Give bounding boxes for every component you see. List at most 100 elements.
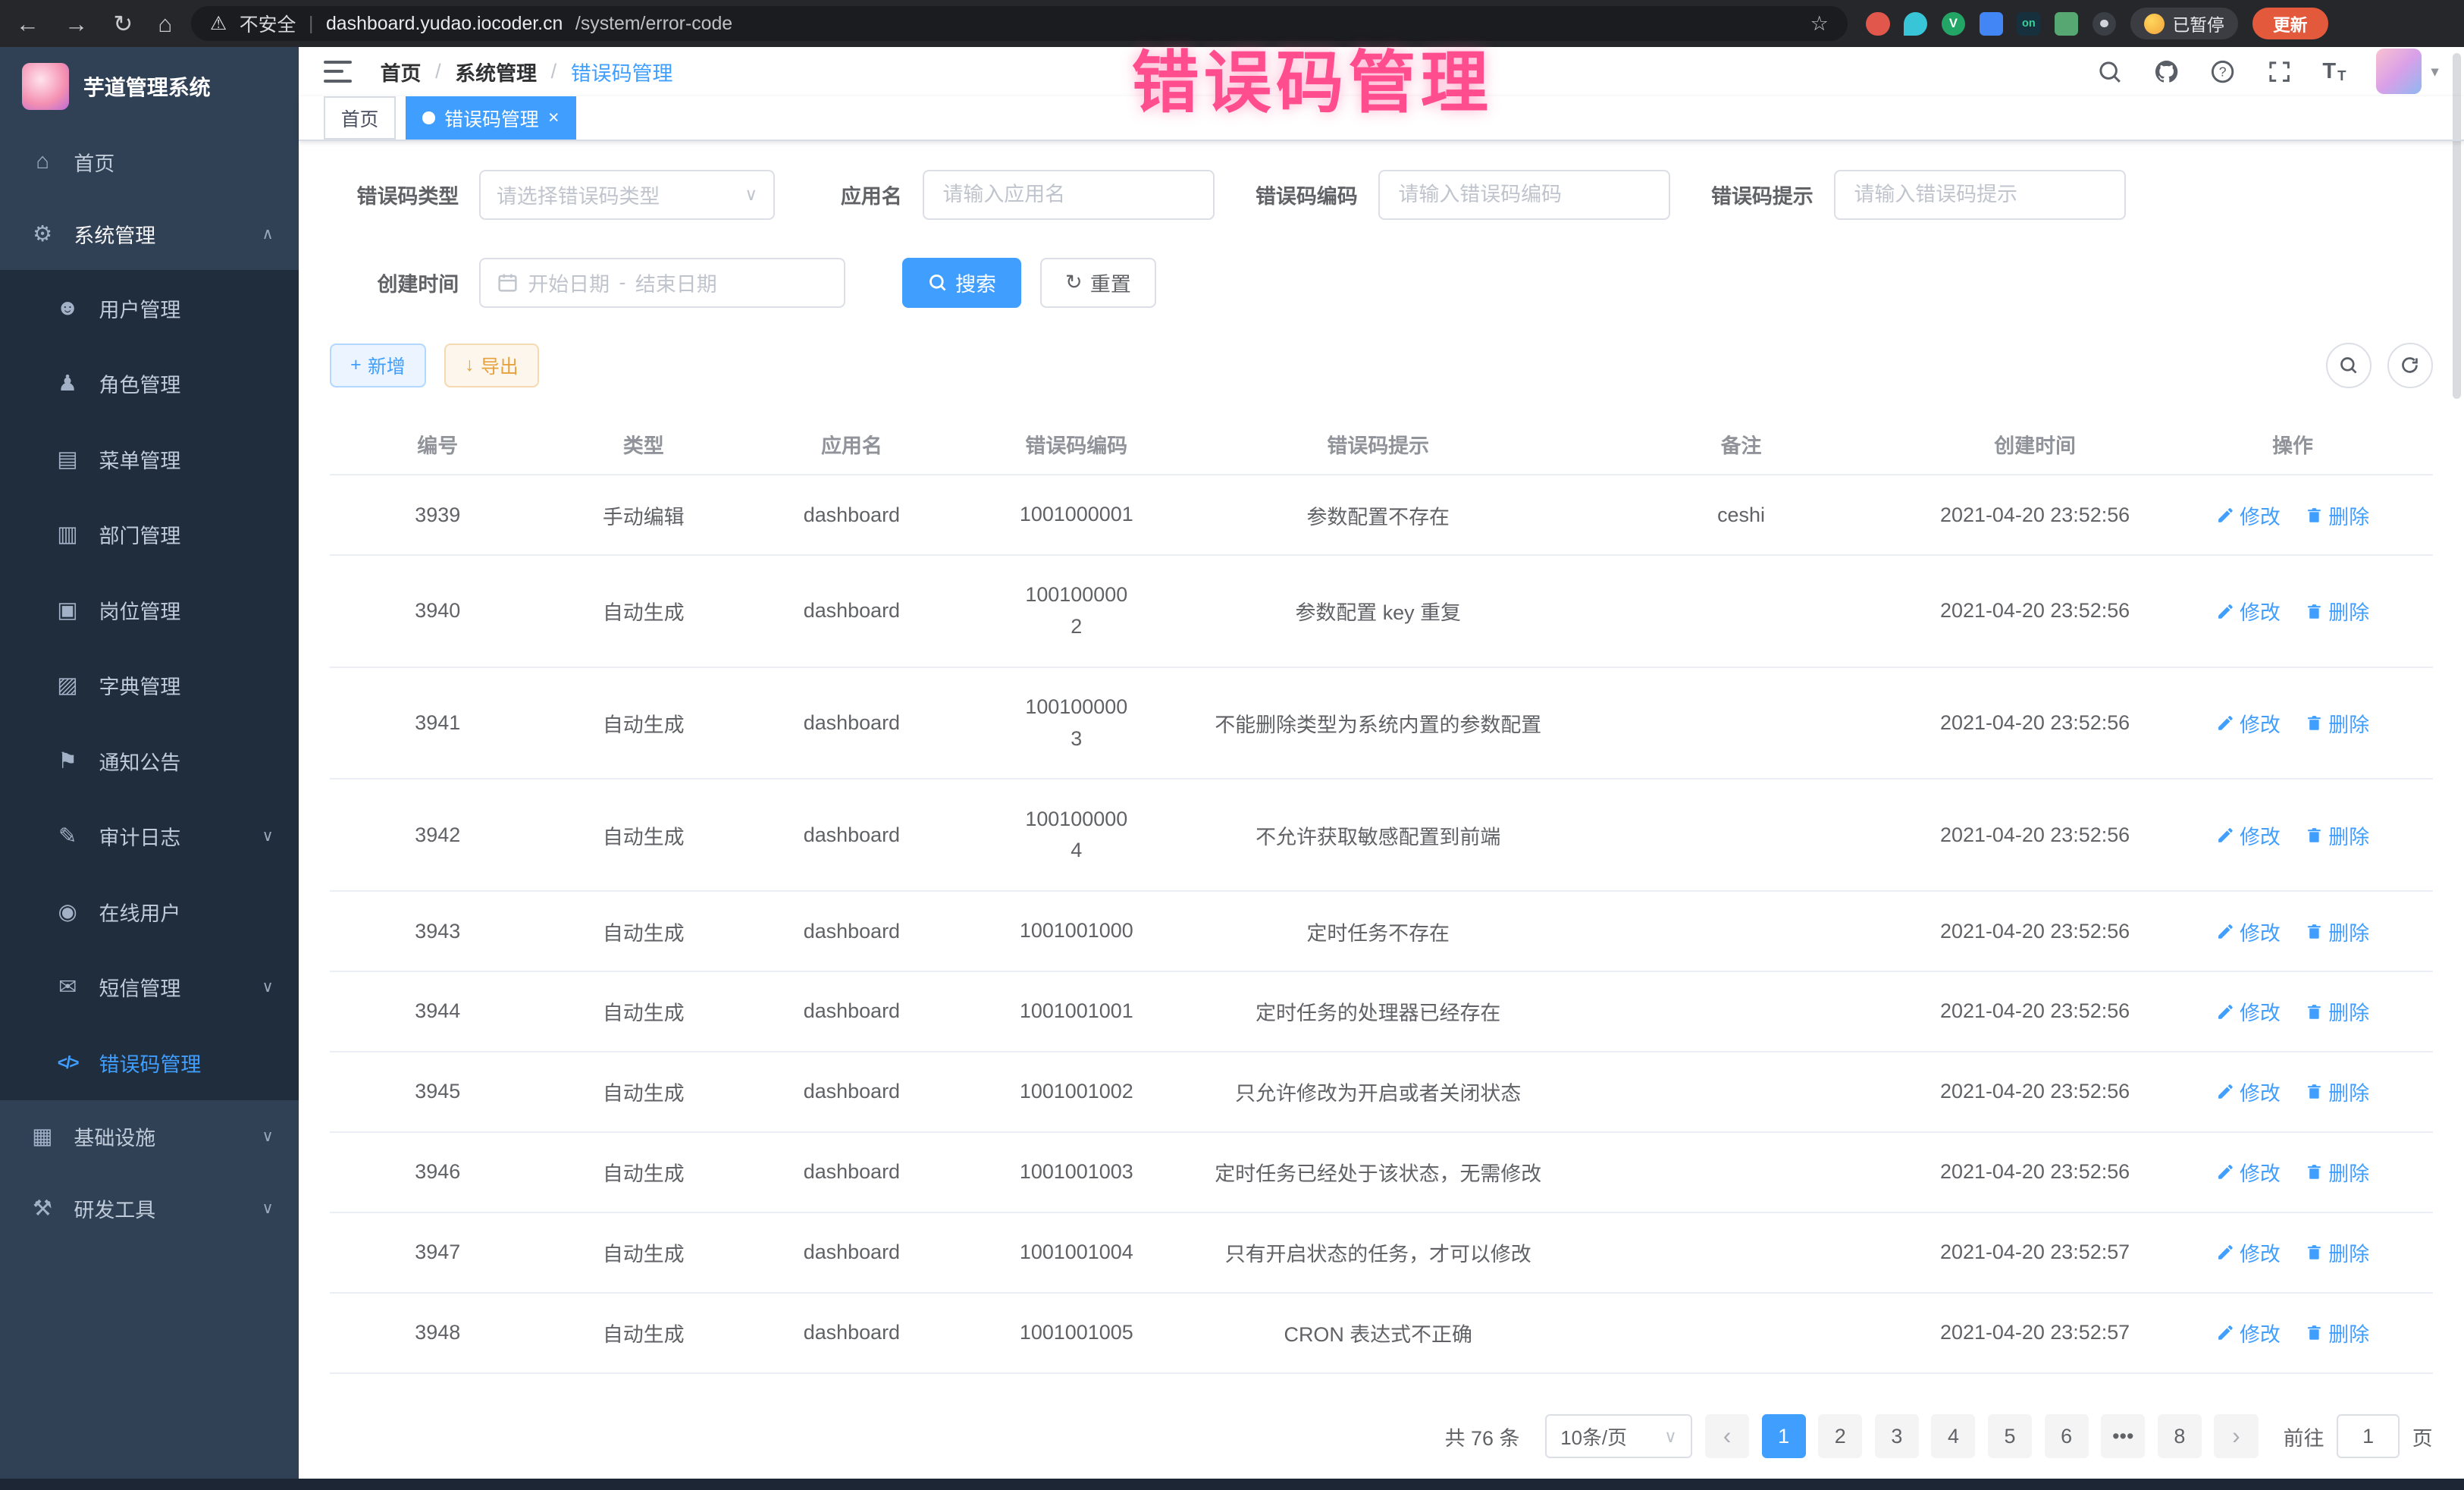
page-button[interactable]: 4: [1931, 1414, 1975, 1458]
edit-link[interactable]: 修改: [2216, 500, 2281, 530]
page-unit-label: 页: [2412, 1422, 2433, 1451]
add-button[interactable]: + 新增: [330, 343, 425, 387]
extension-icon[interactable]: [1904, 12, 1927, 36]
logo-row[interactable]: 芋道管理系统: [0, 47, 299, 126]
filter-time: 创建时间 开始日期 - 结束日期: [330, 258, 845, 308]
sidebar-item-infrastructure[interactable]: ▦ 基础设施 ∨: [0, 1100, 299, 1172]
breadcrumb-system[interactable]: 系统管理: [455, 57, 537, 86]
refresh-button[interactable]: [2387, 343, 2433, 388]
reload-icon[interactable]: ↻: [113, 12, 133, 36]
extension-icon[interactable]: V: [1942, 12, 1965, 36]
page-button[interactable]: •••: [2101, 1414, 2145, 1458]
sidebar-item-user-mgmt[interactable]: ☻ 用户管理: [0, 270, 299, 345]
edit-link[interactable]: 修改: [2216, 1237, 2281, 1267]
sidebar-item-dict-mgmt[interactable]: ▨ 字典管理: [0, 648, 299, 723]
sidebar-item-dev-tools[interactable]: ⚒ 研发工具 ∨: [0, 1172, 299, 1244]
chevron-down-icon: ∨: [262, 1199, 273, 1218]
extension-icon[interactable]: [1866, 12, 1889, 36]
sidebar-item-label: 首页: [74, 147, 114, 177]
font-size-icon[interactable]: TT: [2322, 59, 2346, 84]
delete-link[interactable]: 删除: [2305, 1077, 2369, 1106]
sidebar-item-audit-log[interactable]: ✎ 审计日志 ∨: [0, 798, 299, 874]
close-icon[interactable]: ×: [548, 108, 560, 127]
sidebar-item-system-mgmt[interactable]: ⚙ 系统管理 ∧: [0, 198, 299, 270]
home-icon[interactable]: ⌂: [158, 12, 172, 36]
error-type-select[interactable]: 请选择错误码类型 ∨: [479, 170, 775, 220]
extension-icon[interactable]: [1980, 12, 2003, 36]
sidebar-item-dept-mgmt[interactable]: ▥ 部门管理: [0, 497, 299, 572]
page-button[interactable]: 6: [2045, 1414, 2089, 1458]
back-icon[interactable]: ←: [16, 12, 39, 36]
app-name-input[interactable]: [939, 181, 1197, 208]
delete-link[interactable]: 删除: [2305, 708, 2369, 738]
export-button[interactable]: ↓ 导出: [444, 343, 538, 387]
search-icon[interactable]: [2096, 58, 2123, 85]
delete-link[interactable]: 删除: [2305, 1157, 2369, 1187]
edit-link[interactable]: 修改: [2216, 1077, 2281, 1106]
date-range-picker[interactable]: 开始日期 - 结束日期: [479, 258, 845, 308]
tag-error-code[interactable]: 错误码管理 ×: [406, 96, 577, 140]
delete-link[interactable]: 删除: [2305, 1318, 2369, 1347]
edit-link[interactable]: 修改: [2216, 596, 2281, 626]
forward-icon[interactable]: →: [64, 12, 88, 36]
error-code-input[interactable]: [1395, 181, 1653, 208]
hamburger-icon[interactable]: [324, 61, 352, 83]
table-row: 3940 自动生成 dashboard 100100000 2 参数配置 key…: [330, 555, 2432, 667]
cell-id: 3943: [330, 891, 545, 971]
tag-home[interactable]: 首页: [324, 96, 396, 140]
breadcrumb-home[interactable]: 首页: [381, 57, 422, 86]
edit-link[interactable]: 修改: [2216, 996, 2281, 1026]
scrollbar[interactable]: [2453, 53, 2460, 1489]
delete-link[interactable]: 删除: [2305, 596, 2369, 626]
cell-id: 3944: [330, 971, 545, 1052]
fullscreen-icon[interactable]: [2266, 58, 2293, 85]
page-button[interactable]: 3: [1875, 1414, 1919, 1458]
sidebar-item-online-users[interactable]: ◉ 在线用户: [0, 874, 299, 949]
edit-link[interactable]: 修改: [2216, 1157, 2281, 1187]
edit-icon: [2216, 922, 2235, 941]
sidebar-item-sms-mgmt[interactable]: ✉ 短信管理 ∨: [0, 949, 299, 1024]
edit-link[interactable]: 修改: [2216, 917, 2281, 946]
page-button[interactable]: 5: [1988, 1414, 2032, 1458]
paused-badge[interactable]: 已暂停: [2130, 8, 2239, 39]
sidebar-item-role-mgmt[interactable]: ♟ 角色管理: [0, 346, 299, 421]
page-size-select[interactable]: 10条/页 ∨: [1545, 1414, 1693, 1458]
edit-link[interactable]: 修改: [2216, 708, 2281, 738]
edit-link[interactable]: 修改: [2216, 1318, 2281, 1347]
error-hint-input[interactable]: [1851, 181, 2108, 208]
cell-type: 自动生成: [545, 1212, 741, 1293]
sidebar-item-error-code-mgmt[interactable]: </> 错误码管理: [0, 1024, 299, 1099]
delete-link[interactable]: 删除: [2305, 820, 2369, 850]
extension-icon[interactable]: [2055, 12, 2078, 36]
goto-page-input[interactable]: [2337, 1414, 2400, 1458]
help-icon[interactable]: ?: [2209, 58, 2236, 85]
sidebar-item-post-mgmt[interactable]: ▣ 岗位管理: [0, 572, 299, 647]
delete-link[interactable]: 删除: [2305, 917, 2369, 946]
delete-link[interactable]: 删除: [2305, 996, 2369, 1026]
table-row: 3945 自动生成 dashboard 1001001002 只允许修改为开启或…: [330, 1052, 2432, 1132]
extension-icon[interactable]: on: [2017, 12, 2040, 36]
user-menu[interactable]: ▾: [2376, 49, 2439, 94]
page-button[interactable]: 2: [1818, 1414, 1862, 1458]
next-page-button[interactable]: ›: [2214, 1414, 2258, 1458]
delete-link[interactable]: 删除: [2305, 1237, 2369, 1267]
github-icon[interactable]: [2153, 58, 2180, 85]
sidebar-item-home[interactable]: ⌂ 首页: [0, 126, 299, 198]
app-title: 芋道管理系统: [83, 71, 211, 102]
sidebar-item-menu-mgmt[interactable]: ▤ 菜单管理: [0, 421, 299, 496]
page-button[interactable]: 8: [2158, 1414, 2202, 1458]
sidebar-item-notice[interactable]: ⚑ 通知公告: [0, 723, 299, 798]
toggle-search-button[interactable]: [2326, 343, 2372, 388]
filter-label: 创建时间: [330, 268, 459, 297]
update-button[interactable]: 更新: [2252, 8, 2328, 39]
pin-icon[interactable]: [2093, 12, 2116, 36]
search-button[interactable]: 搜索: [902, 258, 1021, 308]
reset-button[interactable]: ↻ 重置: [1040, 258, 1156, 308]
bookmark-star-icon[interactable]: ☆: [1810, 12, 1829, 36]
delete-link[interactable]: 删除: [2305, 500, 2369, 530]
cell-time: 2021-04-20 23:52:56: [1917, 891, 2153, 971]
prev-page-button[interactable]: ‹: [1705, 1414, 1749, 1458]
edit-link[interactable]: 修改: [2216, 820, 2281, 850]
address-bar[interactable]: ⚠ 不安全 | dashboard.yudao.iocoder.cn /syst…: [191, 6, 1848, 41]
page-button[interactable]: 1: [1762, 1414, 1806, 1458]
